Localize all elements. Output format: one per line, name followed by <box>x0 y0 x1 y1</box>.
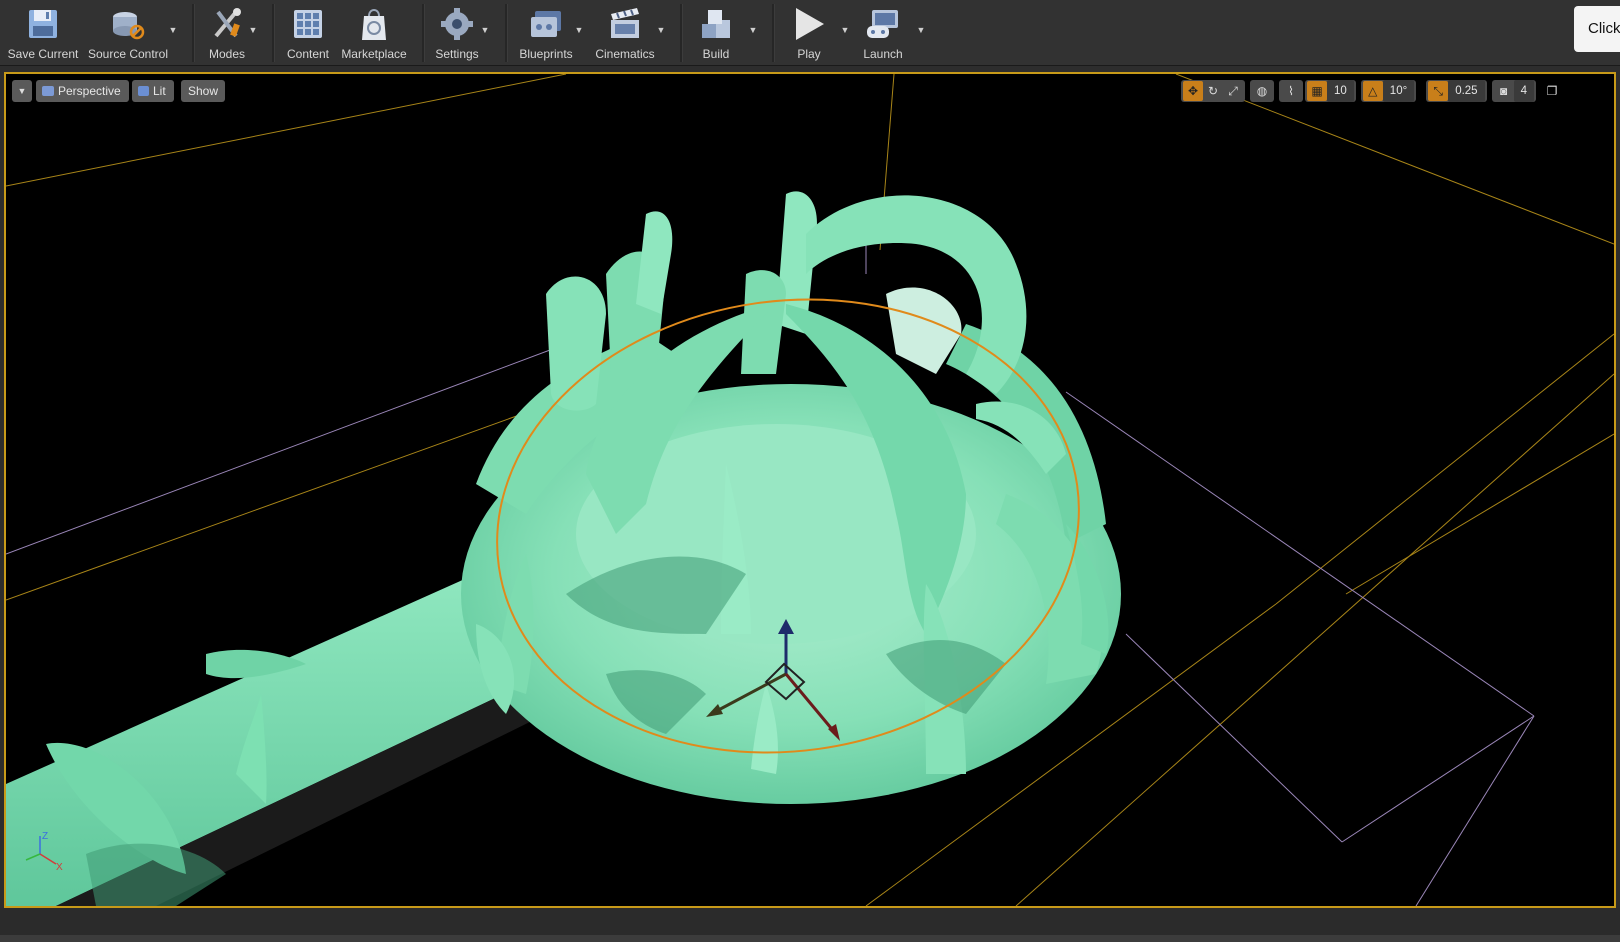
blueprints-dropdown[interactable]: ▼ <box>574 25 584 35</box>
clapperboard-icon <box>605 4 645 44</box>
axis-indicator: Z X <box>25 831 63 873</box>
play-icon <box>789 4 829 44</box>
blueprints-button[interactable]: Blueprints <box>516 4 576 62</box>
perspective-button[interactable]: Perspective <box>36 80 129 102</box>
cinematics-dropdown[interactable]: ▼ <box>656 25 666 35</box>
play-button[interactable]: Play <box>787 4 831 62</box>
rotation-snap-icon[interactable]: △ <box>1362 81 1383 101</box>
main-toolbar: Save Current Source Control ▼ Modes ▼ Co… <box>0 0 1620 66</box>
floppy-disk-icon <box>23 4 63 44</box>
settings-dropdown[interactable]: ▼ <box>480 25 490 35</box>
play-label: Play <box>797 47 821 61</box>
modes-label: Modes <box>208 47 246 61</box>
blueprints-label: Blueprints <box>519 47 573 61</box>
launch-icon <box>863 4 903 44</box>
surface-snap-icon[interactable]: ⌇ <box>1281 81 1301 101</box>
gear-icon <box>437 4 477 44</box>
grid-snap-icon[interactable]: ▦ <box>1307 81 1327 101</box>
scale-snap-group: ⤡ 0.25 <box>1426 80 1487 102</box>
axis-z-label: Z <box>42 831 48 842</box>
modes-button[interactable]: Modes <box>203 4 251 62</box>
perspective-cube-icon <box>42 86 54 96</box>
viewport-options-dropdown[interactable]: ▼ <box>12 80 32 102</box>
perspective-label: Perspective <box>58 84 121 98</box>
show-button[interactable]: Show <box>181 80 226 102</box>
chevron-down-icon: ▼ <box>17 86 27 96</box>
grid-snap-group: ▦ 10 <box>1305 80 1356 102</box>
camera-speed-value[interactable]: 4 <box>1513 80 1534 102</box>
scale-mode-icon[interactable]: ⤢ <box>1223 81 1243 101</box>
toolbar-separator <box>505 4 508 62</box>
launch-label: Launch <box>863 47 903 61</box>
build-dropdown[interactable]: ▼ <box>748 25 758 35</box>
transform-mode-group: ✥ ↻ ⤢ <box>1181 80 1245 102</box>
save-current-label: Save Current <box>7 47 79 61</box>
rotation-snap-value[interactable]: 10° <box>1382 80 1415 102</box>
build-blocks-icon <box>696 4 736 44</box>
click-tooltip: Click <box>1574 6 1620 52</box>
modes-tools-icon <box>207 4 247 44</box>
move-mode-icon[interactable]: ✥ <box>1183 81 1203 101</box>
toolbar-separator <box>680 4 683 62</box>
world-space-globe-icon[interactable]: ◍ <box>1252 81 1272 101</box>
build-button[interactable]: Build <box>694 4 738 62</box>
source-control-label: Source Control <box>87 47 169 61</box>
settings-button[interactable]: Settings <box>432 4 482 62</box>
source-control-button[interactable]: Source Control <box>86 4 170 62</box>
source-control-dropdown[interactable]: ▼ <box>168 25 178 35</box>
bottom-divider <box>0 935 1620 942</box>
scene-render <box>6 74 1614 906</box>
build-label: Build <box>702 47 730 61</box>
coordinate-space-group: ◍ <box>1250 80 1274 102</box>
toolbar-separator <box>272 4 275 62</box>
lit-button[interactable]: Lit <box>132 80 174 102</box>
launch-button[interactable]: Launch <box>860 4 906 62</box>
lit-label: Lit <box>153 84 166 98</box>
camera-speed-group: ◙ 4 <box>1491 80 1536 102</box>
viewport-transform-toolbar: ✥ ↻ ⤢ ◍ ⌇ ▦ 10 △ 10° ⤡ 0.25 ◙ 4 ❐ <box>1176 79 1562 103</box>
play-dropdown[interactable]: ▼ <box>840 25 850 35</box>
content-button[interactable]: Content <box>283 4 333 62</box>
content-label: Content <box>286 47 330 61</box>
level-viewport[interactable]: ▼ Perspective Lit Show ✥ ↻ ⤢ ◍ ⌇ ▦ 10 △ … <box>4 72 1616 908</box>
marketplace-label: Marketplace <box>341 47 407 61</box>
lit-sphere-icon <box>138 86 149 96</box>
grid-snap-value[interactable]: 10 <box>1327 80 1354 102</box>
scale-snap-value[interactable]: 0.25 <box>1448 80 1485 102</box>
show-label: Show <box>188 84 219 98</box>
scale-snap-icon[interactable]: ⤡ <box>1428 81 1449 101</box>
marketplace-bag-icon <box>354 4 394 44</box>
toolbar-separator <box>192 4 195 62</box>
content-browser-icon <box>288 4 328 44</box>
rotate-mode-icon[interactable]: ↻ <box>1203 81 1223 101</box>
settings-label: Settings <box>435 47 479 61</box>
source-control-icon <box>108 4 148 44</box>
cinematics-button[interactable]: Cinematics <box>593 4 657 62</box>
marketplace-button[interactable]: Marketplace <box>338 4 410 62</box>
rotation-snap-group: △ 10° <box>1360 80 1417 102</box>
save-current-button[interactable]: Save Current <box>8 4 78 62</box>
cinematics-label: Cinematics <box>595 47 655 61</box>
toolbar-separator <box>422 4 425 62</box>
launch-dropdown[interactable]: ▼ <box>916 25 926 35</box>
maximize-viewport-icon[interactable]: ❐ <box>1542 81 1562 101</box>
surface-snap-group: ⌇ <box>1279 80 1303 102</box>
axis-x-label: X <box>56 862 63 873</box>
blueprints-icon <box>526 4 566 44</box>
toolbar-separator <box>772 4 775 62</box>
modes-dropdown[interactable]: ▼ <box>248 25 258 35</box>
camera-speed-icon[interactable]: ◙ <box>1494 81 1514 101</box>
